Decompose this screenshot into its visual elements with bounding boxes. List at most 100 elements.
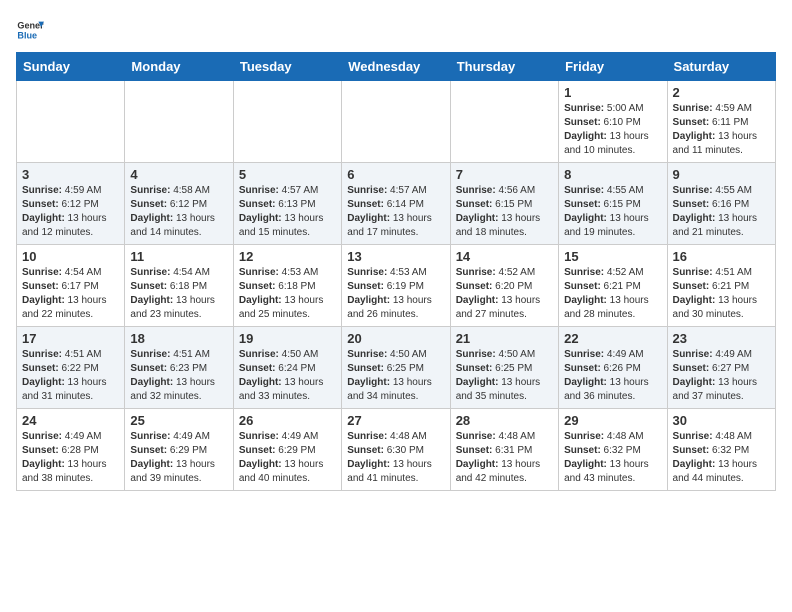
calendar-week-row: 3Sunrise: 4:59 AMSunset: 6:12 PMDaylight… bbox=[17, 163, 776, 245]
day-info: Sunrise: 4:49 AMSunset: 6:27 PMDaylight:… bbox=[673, 348, 770, 404]
day-info: Sunrise: 4:53 AMSunset: 6:18 PMDaylight:… bbox=[239, 266, 336, 322]
calendar-cell: 13 Sunrise: 4:53 AMSunset: 6:19 PMDayligh… bbox=[342, 245, 450, 327]
day-info: Sunrise: 4:48 AMSunset: 6:31 PMDaylight:… bbox=[456, 430, 553, 486]
day-number: 12 bbox=[239, 249, 336, 264]
page-header: General Blue bbox=[16, 16, 776, 44]
calendar-header-row: SundayMondayTuesdayWednesdayThursdayFrid… bbox=[17, 53, 776, 81]
calendar-cell: 18Sunrise: 4:51 AMSunset: 6:23 PMDayligh… bbox=[125, 327, 233, 409]
day-info: Sunrise: 4:51 AMSunset: 6:21 PMDaylight:… bbox=[673, 266, 770, 322]
day-info: Sunrise: 4:50 AMSunset: 6:25 PMDaylight:… bbox=[347, 348, 444, 404]
calendar-cell: 9 Sunrise: 4:55 AMSunset: 6:16 PMDaylight… bbox=[667, 163, 775, 245]
day-number: 15 bbox=[564, 249, 661, 264]
day-info: Sunrise: 4:58 AMSunset: 6:12 PMDaylight:… bbox=[130, 184, 227, 240]
calendar-cell: 14 Sunrise: 4:52 AMSunset: 6:20 PMDayligh… bbox=[450, 245, 558, 327]
day-info: Sunrise: 4:55 AMSunset: 6:16 PMDaylight:… bbox=[673, 184, 770, 240]
calendar-cell bbox=[17, 81, 125, 163]
day-number: 14 bbox=[456, 249, 553, 264]
calendar-cell: 19Sunrise: 4:50 AMSunset: 6:24 PMDayligh… bbox=[233, 327, 341, 409]
calendar-week-row: 17 Sunrise: 4:51 AMSunset: 6:22 PMDayligh… bbox=[17, 327, 776, 409]
calendar-cell: 26Sunrise: 4:49 AMSunset: 6:29 PMDayligh… bbox=[233, 409, 341, 491]
calendar-cell: 28 Sunrise: 4:48 AMSunset: 6:31 PMDayligh… bbox=[450, 409, 558, 491]
day-info: Sunrise: 4:48 AMSunset: 6:32 PMDaylight:… bbox=[673, 430, 770, 486]
column-header-friday: Friday bbox=[559, 53, 667, 81]
calendar-week-row: 1Sunrise: 5:00 AMSunset: 6:10 PMDaylight… bbox=[17, 81, 776, 163]
day-number: 19 bbox=[239, 331, 336, 346]
day-number: 3 bbox=[22, 167, 119, 182]
day-number: 4 bbox=[130, 167, 227, 182]
calendar-cell: 29 Sunrise: 4:48 AMSunset: 6:32 PMDayligh… bbox=[559, 409, 667, 491]
calendar-cell: 20 Sunrise: 4:50 AMSunset: 6:25 PMDayligh… bbox=[342, 327, 450, 409]
day-number: 21 bbox=[456, 331, 553, 346]
column-header-saturday: Saturday bbox=[667, 53, 775, 81]
calendar-week-row: 24 Sunrise: 4:49 AMSunset: 6:28 PMDayligh… bbox=[17, 409, 776, 491]
column-header-sunday: Sunday bbox=[17, 53, 125, 81]
day-info: Sunrise: 4:50 AMSunset: 6:25 PMDaylight:… bbox=[456, 348, 553, 404]
day-number: 17 bbox=[22, 331, 119, 346]
calendar-table: SundayMondayTuesdayWednesdayThursdayFrid… bbox=[16, 52, 776, 491]
day-number: 16 bbox=[673, 249, 770, 264]
day-number: 2 bbox=[673, 85, 770, 100]
day-info: Sunrise: 5:00 AMSunset: 6:10 PMDaylight:… bbox=[564, 102, 661, 158]
day-number: 24 bbox=[22, 413, 119, 428]
calendar-cell: 8Sunrise: 4:55 AMSunset: 6:15 PMDaylight… bbox=[559, 163, 667, 245]
day-number: 9 bbox=[673, 167, 770, 182]
calendar-cell: 22Sunrise: 4:49 AMSunset: 6:26 PMDayligh… bbox=[559, 327, 667, 409]
column-header-monday: Monday bbox=[125, 53, 233, 81]
day-info: Sunrise: 4:48 AMSunset: 6:32 PMDaylight:… bbox=[564, 430, 661, 486]
day-number: 20 bbox=[347, 331, 444, 346]
day-number: 13 bbox=[347, 249, 444, 264]
day-number: 7 bbox=[456, 167, 553, 182]
day-number: 27 bbox=[347, 413, 444, 428]
calendar-cell: 4 Sunrise: 4:58 AMSunset: 6:12 PMDaylight… bbox=[125, 163, 233, 245]
logo-icon: General Blue bbox=[16, 16, 44, 44]
day-number: 28 bbox=[456, 413, 553, 428]
day-number: 29 bbox=[564, 413, 661, 428]
calendar-cell bbox=[342, 81, 450, 163]
calendar-cell: 23 Sunrise: 4:49 AMSunset: 6:27 PMDayligh… bbox=[667, 327, 775, 409]
day-info: Sunrise: 4:53 AMSunset: 6:19 PMDaylight:… bbox=[347, 266, 444, 322]
calendar-cell: 27 Sunrise: 4:48 AMSunset: 6:30 PMDayligh… bbox=[342, 409, 450, 491]
day-number: 23 bbox=[673, 331, 770, 346]
logo: General Blue bbox=[16, 16, 44, 44]
day-number: 8 bbox=[564, 167, 661, 182]
day-info: Sunrise: 4:52 AMSunset: 6:20 PMDaylight:… bbox=[456, 266, 553, 322]
day-number: 25 bbox=[130, 413, 227, 428]
calendar-cell: 3Sunrise: 4:59 AMSunset: 6:12 PMDaylight… bbox=[17, 163, 125, 245]
day-number: 18 bbox=[130, 331, 227, 346]
calendar-cell: 2 Sunrise: 4:59 AMSunset: 6:11 PMDaylight… bbox=[667, 81, 775, 163]
calendar-cell: 11 Sunrise: 4:54 AMSunset: 6:18 PMDayligh… bbox=[125, 245, 233, 327]
column-header-tuesday: Tuesday bbox=[233, 53, 341, 81]
day-info: Sunrise: 4:57 AMSunset: 6:13 PMDaylight:… bbox=[239, 184, 336, 240]
column-header-thursday: Thursday bbox=[450, 53, 558, 81]
day-info: Sunrise: 4:59 AMSunset: 6:11 PMDaylight:… bbox=[673, 102, 770, 158]
calendar-cell: 5 Sunrise: 4:57 AMSunset: 6:13 PMDaylight… bbox=[233, 163, 341, 245]
day-number: 26 bbox=[239, 413, 336, 428]
calendar-cell: 15 Sunrise: 4:52 AMSunset: 6:21 PMDayligh… bbox=[559, 245, 667, 327]
calendar-cell: 17 Sunrise: 4:51 AMSunset: 6:22 PMDayligh… bbox=[17, 327, 125, 409]
day-info: Sunrise: 4:48 AMSunset: 6:30 PMDaylight:… bbox=[347, 430, 444, 486]
day-info: Sunrise: 4:54 AMSunset: 6:18 PMDaylight:… bbox=[130, 266, 227, 322]
day-number: 30 bbox=[673, 413, 770, 428]
day-info: Sunrise: 4:56 AMSunset: 6:15 PMDaylight:… bbox=[456, 184, 553, 240]
day-number: 10 bbox=[22, 249, 119, 264]
svg-text:Blue: Blue bbox=[17, 30, 37, 40]
calendar-week-row: 10 Sunrise: 4:54 AMSunset: 6:17 PMDayligh… bbox=[17, 245, 776, 327]
calendar-cell bbox=[125, 81, 233, 163]
column-header-wednesday: Wednesday bbox=[342, 53, 450, 81]
calendar-cell: 24 Sunrise: 4:49 AMSunset: 6:28 PMDayligh… bbox=[17, 409, 125, 491]
day-number: 11 bbox=[130, 249, 227, 264]
calendar-cell: 30 Sunrise: 4:48 AMSunset: 6:32 PMDayligh… bbox=[667, 409, 775, 491]
calendar-cell: 12 Sunrise: 4:53 AMSunset: 6:18 PMDayligh… bbox=[233, 245, 341, 327]
day-number: 5 bbox=[239, 167, 336, 182]
day-info: Sunrise: 4:54 AMSunset: 6:17 PMDaylight:… bbox=[22, 266, 119, 322]
day-info: Sunrise: 4:57 AMSunset: 6:14 PMDaylight:… bbox=[347, 184, 444, 240]
calendar-cell: 25 Sunrise: 4:49 AMSunset: 6:29 PMDayligh… bbox=[125, 409, 233, 491]
day-info: Sunrise: 4:51 AMSunset: 6:22 PMDaylight:… bbox=[22, 348, 119, 404]
calendar-cell: 1Sunrise: 5:00 AMSunset: 6:10 PMDaylight… bbox=[559, 81, 667, 163]
day-info: Sunrise: 4:52 AMSunset: 6:21 PMDaylight:… bbox=[564, 266, 661, 322]
calendar-cell bbox=[233, 81, 341, 163]
day-info: Sunrise: 4:49 AMSunset: 6:29 PMDaylight:… bbox=[130, 430, 227, 486]
calendar-cell bbox=[450, 81, 558, 163]
day-number: 22 bbox=[564, 331, 661, 346]
day-info: Sunrise: 4:49 AMSunset: 6:28 PMDaylight:… bbox=[22, 430, 119, 486]
